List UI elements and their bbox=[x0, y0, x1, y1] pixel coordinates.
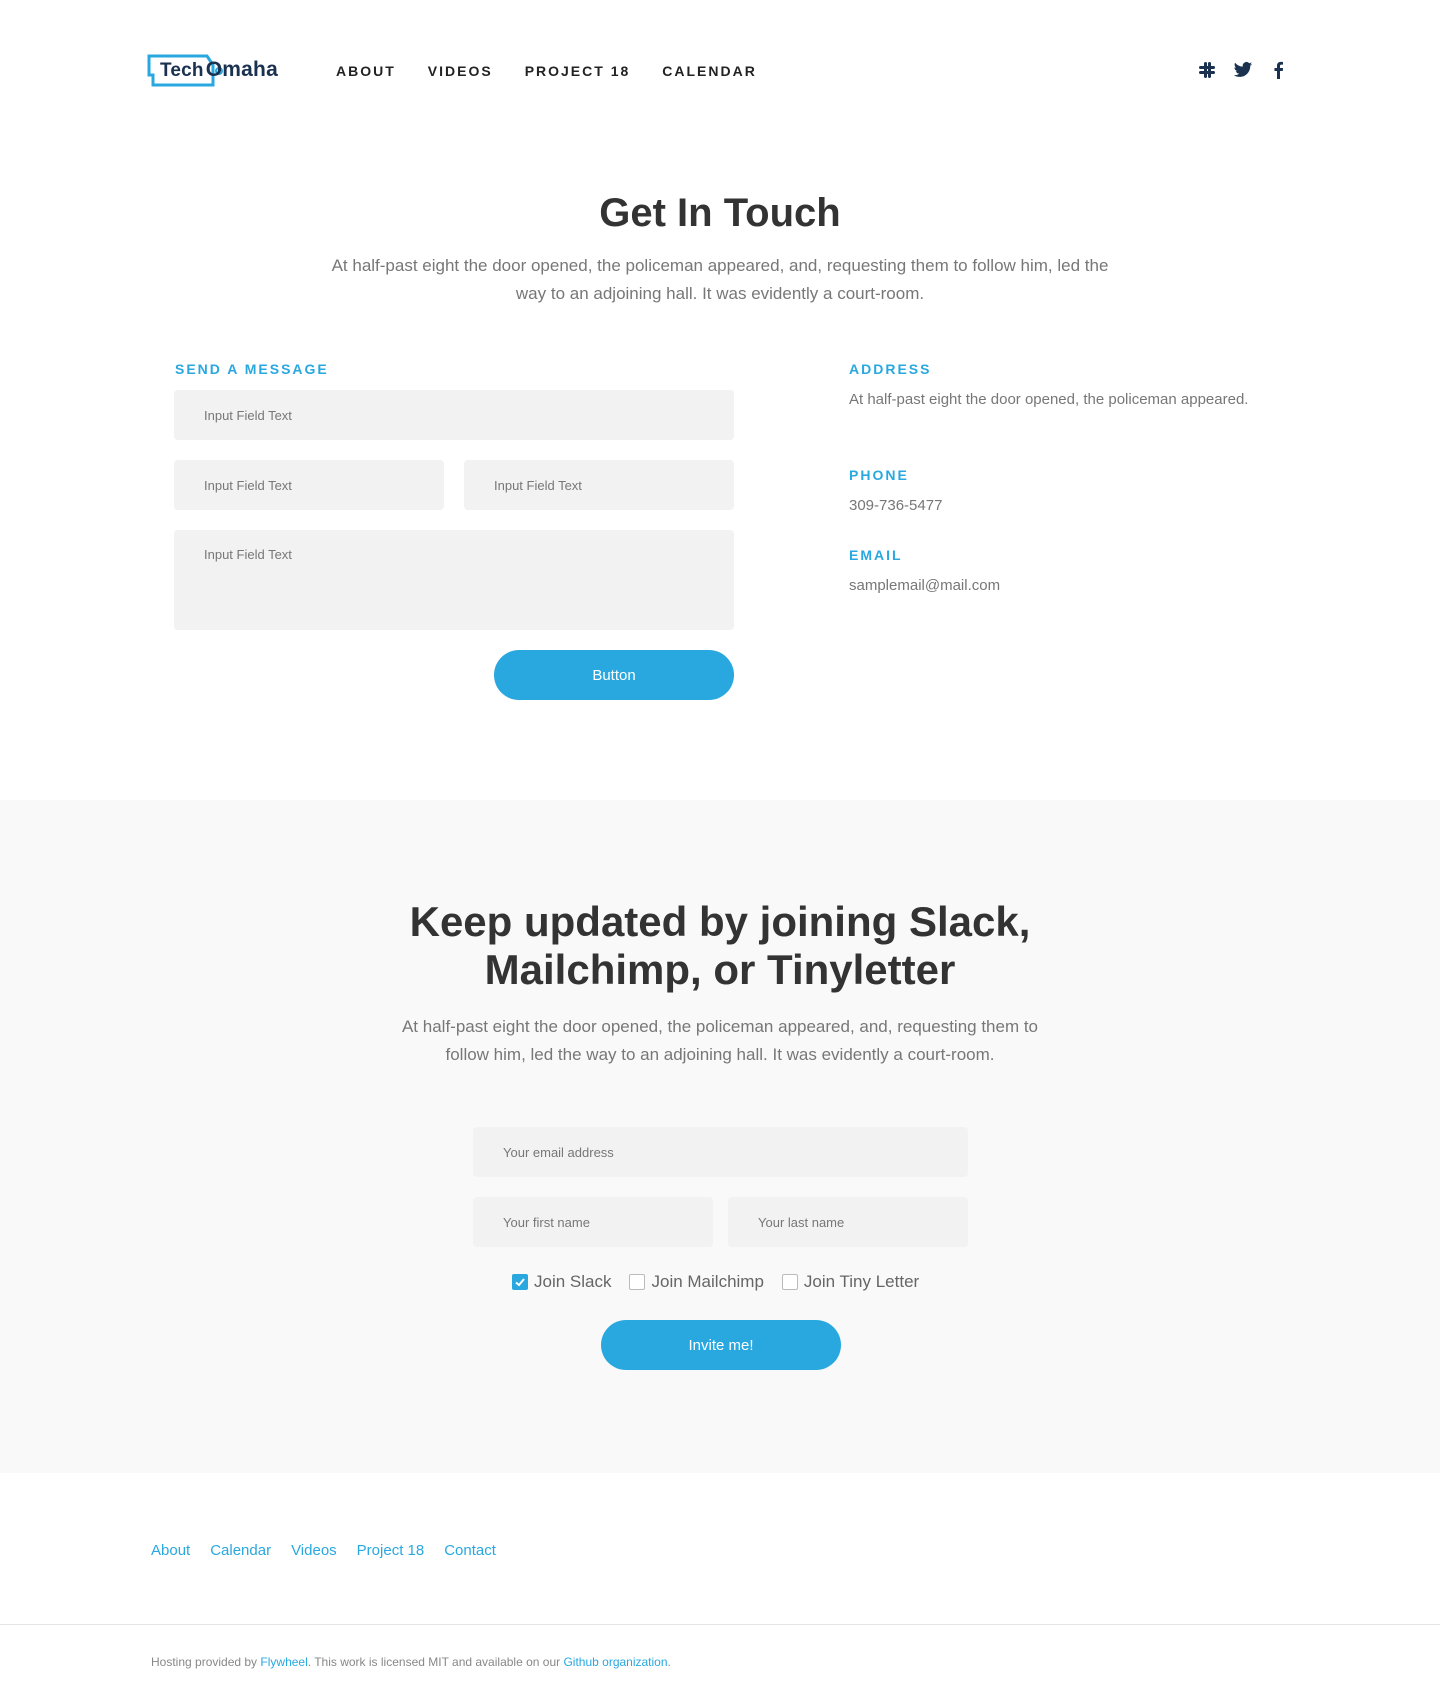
send-message-label: Send a Message bbox=[175, 361, 329, 377]
main-nav: About Videos Project 18 Calendar bbox=[336, 63, 789, 79]
email-text: samplemail@mail.com bbox=[849, 577, 1001, 594]
join-tiny-letter-option[interactable]: Join Tiny Letter bbox=[781, 1272, 920, 1292]
newsletter-first-name-field[interactable] bbox=[473, 1197, 713, 1247]
logo-part-1: Tech bbox=[160, 60, 204, 81]
join-tiny-letter-label: Join Tiny Letter bbox=[803, 1272, 920, 1291]
footer-divider bbox=[0, 1624, 1440, 1625]
nav-calendar[interactable]: Calendar bbox=[662, 63, 757, 79]
footer-link-project-18[interactable]: Project 18 bbox=[357, 1542, 425, 1559]
checkbox-checked-icon[interactable] bbox=[512, 1274, 528, 1290]
legal-suffix: . bbox=[667, 1655, 671, 1669]
phone-text: 309-736-5477 bbox=[849, 497, 943, 514]
github-link[interactable]: Github organization bbox=[563, 1655, 667, 1669]
newsletter-title: Keep updated by joining Slack, Mailchimp… bbox=[0, 898, 1440, 994]
invite-button[interactable]: Invite me! bbox=[601, 1320, 841, 1370]
contact-title: Get In Touch bbox=[599, 191, 841, 235]
footer-link-calendar[interactable]: Calendar bbox=[210, 1542, 271, 1559]
logo-part-2: Omaha bbox=[205, 58, 278, 81]
email-label: Email bbox=[849, 547, 903, 563]
footer-link-videos[interactable]: Videos bbox=[291, 1542, 337, 1559]
newsletter-options: Join Slack Join Mailchimp Join Tiny Lett… bbox=[512, 1272, 937, 1292]
site-header: TechOmaha About Videos Project 18 Calend… bbox=[0, 0, 1440, 145]
contact-field-3[interactable] bbox=[464, 460, 734, 510]
facebook-icon[interactable] bbox=[1269, 60, 1289, 80]
footer-nav: About Calendar Videos Project 18 Contact bbox=[151, 1542, 516, 1559]
legal-text: Hosting provided by Flywheel. This work … bbox=[151, 1655, 671, 1669]
newsletter-email-field[interactable] bbox=[473, 1127, 968, 1177]
checkbox-unchecked-icon[interactable] bbox=[629, 1274, 646, 1290]
nav-about[interactable]: About bbox=[336, 63, 396, 79]
newsletter-last-name-field[interactable] bbox=[728, 1197, 968, 1247]
join-mailchimp-label: Join Mailchimp bbox=[651, 1272, 764, 1291]
twitter-icon[interactable] bbox=[1233, 60, 1253, 80]
join-mailchimp-option[interactable]: Join Mailchimp bbox=[629, 1272, 764, 1292]
address-label: Address bbox=[849, 361, 932, 377]
legal-middle: . This work is licensed MIT and availabl… bbox=[307, 1655, 564, 1669]
newsletter-lead: At half-past eight the door opened, the … bbox=[401, 1017, 1039, 1064]
logo[interactable]: TechOmaha bbox=[160, 58, 278, 82]
flywheel-link[interactable]: Flywheel bbox=[260, 1655, 307, 1669]
newsletter-title-line-2: Mailchimp, or Tinyletter bbox=[484, 946, 956, 993]
newsletter-title-line-1: Keep updated by joining Slack, bbox=[409, 898, 1031, 945]
contact-field-1[interactable] bbox=[174, 390, 734, 440]
contact-message-field[interactable] bbox=[174, 530, 734, 630]
checkbox-unchecked-icon[interactable] bbox=[781, 1274, 798, 1290]
contact-field-2[interactable] bbox=[174, 460, 444, 510]
contact-submit-button[interactable]: Button bbox=[494, 650, 734, 700]
slack-icon[interactable] bbox=[1197, 60, 1217, 80]
join-slack-option[interactable]: Join Slack bbox=[512, 1272, 611, 1292]
join-slack-label: Join Slack bbox=[534, 1272, 612, 1291]
nav-videos[interactable]: Videos bbox=[428, 63, 493, 79]
legal-prefix: Hosting provided by bbox=[151, 1655, 261, 1669]
contact-lead: At half-past eight the door opened, the … bbox=[331, 256, 1109, 303]
phone-label: Phone bbox=[849, 467, 909, 483]
nav-project-18[interactable]: Project 18 bbox=[525, 63, 631, 79]
footer-link-about[interactable]: About bbox=[151, 1542, 190, 1559]
footer-link-contact[interactable]: Contact bbox=[444, 1542, 496, 1559]
address-text: At half-past eight the door opened, the … bbox=[849, 391, 1249, 408]
